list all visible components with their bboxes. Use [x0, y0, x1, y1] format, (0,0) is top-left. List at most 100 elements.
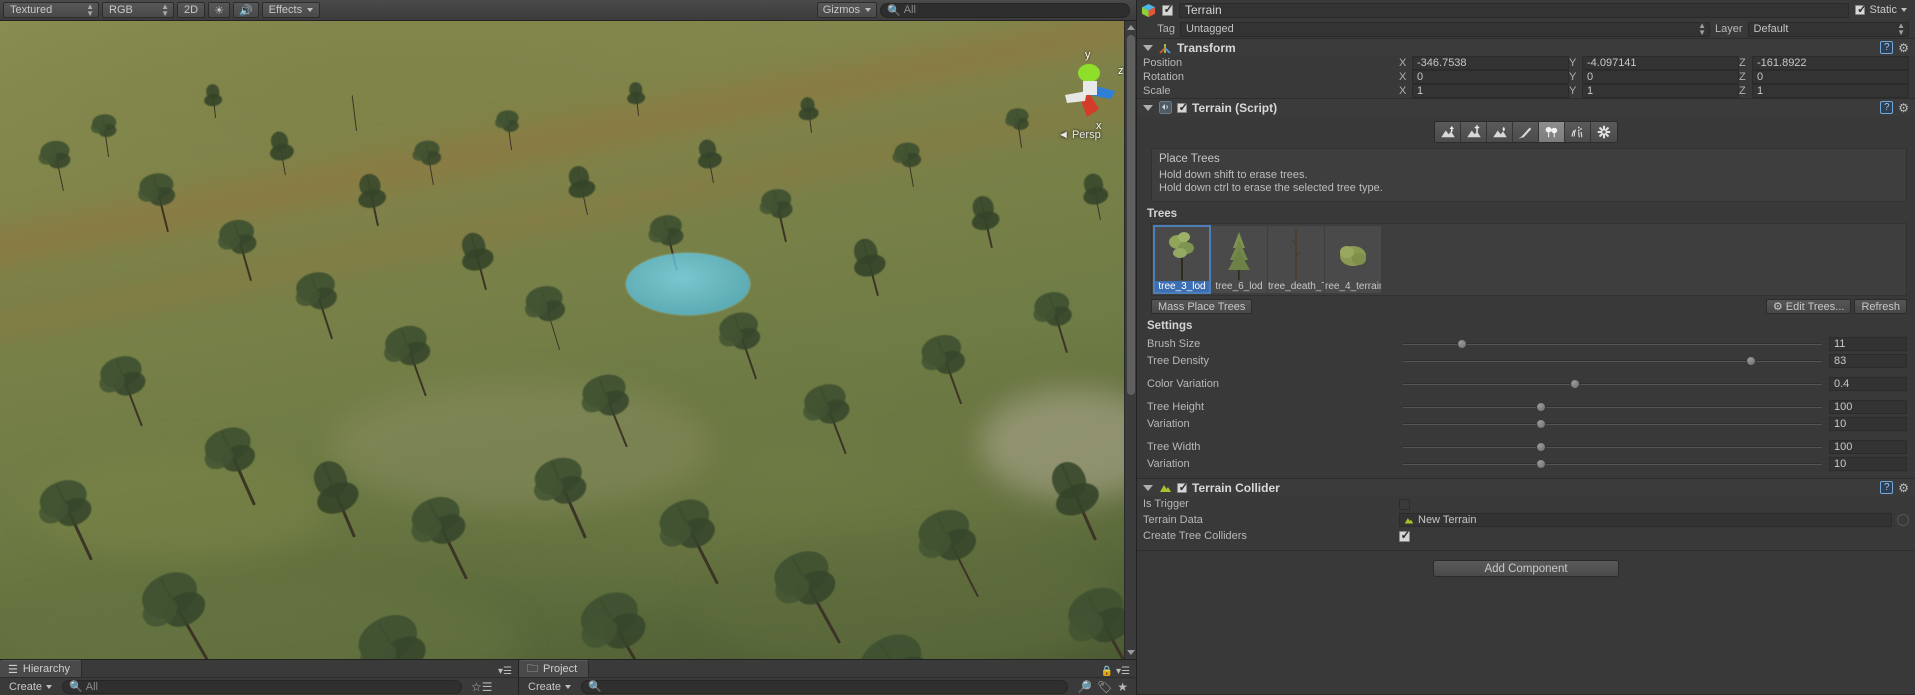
search-by-label-icon[interactable]: 🏷	[1097, 680, 1112, 694]
lock-icon[interactable]: 🔒	[1101, 666, 1113, 677]
axis-x-value[interactable]: 0	[1412, 70, 1569, 84]
help-icon[interactable]: ?	[1880, 101, 1894, 114]
axis-y-field[interactable]: Y -4.097141	[1569, 56, 1739, 70]
axis-z-field[interactable]: Z0	[1739, 70, 1909, 84]
setting-slider[interactable]	[1403, 400, 1822, 414]
gameobject-name-field[interactable]: Terrain	[1179, 2, 1850, 18]
scroll-down-icon[interactable]	[1127, 650, 1135, 655]
slider-knob[interactable]	[1536, 401, 1547, 412]
slider-knob[interactable]	[1536, 418, 1547, 429]
axis-x-value[interactable]: 1	[1412, 84, 1569, 98]
hierarchy-search-input[interactable]: 🔍 All	[62, 679, 463, 694]
hierarchy-favorites-button[interactable]: ☆☰	[467, 680, 497, 694]
paint-details-tool[interactable]	[1565, 122, 1591, 142]
terrain-settings-tool[interactable]	[1591, 122, 1617, 142]
help-icon[interactable]: ?	[1880, 41, 1894, 54]
transform-header[interactable]: Transform ? ⚙	[1137, 39, 1915, 56]
tree-palette-item[interactable]: tree_3_lod	[1153, 225, 1211, 294]
smooth-height-tool[interactable]	[1487, 122, 1513, 142]
tag-dropdown[interactable]: Untagged ▲ ▼	[1180, 21, 1710, 37]
object-picker-icon[interactable]	[1897, 514, 1909, 526]
gear-icon[interactable]: ⚙	[1898, 41, 1909, 55]
setting-value-field[interactable]: 100	[1829, 399, 1907, 414]
tree-palette-item[interactable]: tree_death_T	[1268, 226, 1324, 293]
paint-texture-tool[interactable]	[1513, 122, 1539, 142]
chevron-down-icon[interactable]	[1901, 8, 1907, 12]
is-trigger-checkbox[interactable]	[1399, 498, 1410, 510]
setting-value-field[interactable]: 10	[1829, 416, 1907, 431]
foldout-arrow-icon[interactable]	[1143, 484, 1153, 491]
axis-x-field[interactable]: X0	[1399, 70, 1569, 84]
scene-search-input[interactable]: 🔍 All	[880, 2, 1130, 18]
create-tree-colliders-checkbox[interactable]	[1399, 529, 1411, 542]
setting-value-field[interactable]: 100	[1829, 439, 1907, 454]
gear-icon[interactable]: ⚙	[1898, 481, 1909, 495]
setting-slider[interactable]	[1403, 440, 1822, 454]
panel-menu-icon[interactable]: ▾☰	[1116, 666, 1130, 677]
foldout-arrow-icon[interactable]	[1143, 104, 1153, 111]
effects-dropdown[interactable]: Effects	[261, 2, 321, 18]
scene-vertical-scrollbar[interactable]	[1124, 21, 1136, 659]
axis-x-value[interactable]: -346.7538	[1412, 56, 1569, 70]
setting-value-field[interactable]: 0.4	[1829, 376, 1907, 391]
gizmos-dropdown[interactable]: Gizmos	[816, 2, 877, 18]
axis-y-field[interactable]: Y1	[1569, 84, 1739, 98]
setting-slider[interactable]	[1403, 354, 1822, 368]
foldout-arrow-icon[interactable]	[1143, 44, 1153, 51]
project-search-input[interactable]: 🔍	[581, 679, 1069, 694]
axis-y-value[interactable]: -4.097141	[1582, 56, 1739, 70]
axis-y-value[interactable]: 1	[1582, 84, 1739, 98]
edit-trees-button[interactable]: ⚙ Edit Trees...	[1765, 299, 1852, 314]
place-trees-tool[interactable]	[1539, 122, 1565, 142]
mass-place-trees-button[interactable]: Mass Place Trees	[1151, 299, 1253, 314]
scroll-up-icon[interactable]	[1127, 25, 1135, 30]
slider-knob[interactable]	[1536, 441, 1547, 452]
scene-audio-toggle[interactable]: 🔊	[232, 2, 259, 18]
hierarchy-create-button[interactable]: Create	[4, 679, 57, 694]
setting-value-field[interactable]: 83	[1829, 353, 1907, 368]
terrain-script-enabled-checkbox[interactable]	[1177, 101, 1189, 114]
add-component-button[interactable]: Add Component	[1433, 560, 1619, 577]
slider-knob[interactable]	[1536, 458, 1547, 469]
terrain-collider-header[interactable]: Terrain Collider ? ⚙	[1137, 479, 1915, 496]
raise-lower-terrain-tool[interactable]	[1435, 122, 1461, 142]
axis-x-field[interactable]: X -346.7538	[1399, 56, 1569, 70]
axis-z-field[interactable]: Z1	[1739, 84, 1909, 98]
axis-z-value[interactable]: 1	[1752, 84, 1909, 98]
project-filter-buttons[interactable]: 🔎 🏷 ★	[1073, 680, 1132, 694]
setting-slider[interactable]	[1403, 457, 1822, 471]
axis-y-field[interactable]: Y0	[1569, 70, 1739, 84]
gear-icon[interactable]: ⚙	[1898, 101, 1909, 115]
slider-knob[interactable]	[1456, 338, 1467, 349]
axis-z-field[interactable]: Z -161.8922	[1739, 56, 1909, 70]
axis-z-value[interactable]: -161.8922	[1752, 56, 1909, 70]
projection-mode-label[interactable]: ◄ Persp	[1058, 129, 1101, 141]
terrain-collider-enabled-checkbox[interactable]	[1177, 481, 1189, 494]
axis-x-field[interactable]: X1	[1399, 84, 1569, 98]
setting-value-field[interactable]: 10	[1829, 456, 1907, 471]
static-checkbox[interactable]	[1855, 3, 1867, 16]
tab-project[interactable]: 🗀 Project	[519, 660, 590, 677]
setting-slider[interactable]	[1403, 377, 1822, 391]
hierarchy-panel-menu[interactable]: ▾☰	[498, 666, 518, 677]
setting-value-field[interactable]: 11	[1829, 336, 1907, 351]
scrollbar-thumb[interactable]	[1127, 35, 1135, 395]
slider-knob[interactable]	[1745, 355, 1756, 366]
layer-dropdown[interactable]: Default ▲ ▼	[1747, 21, 1909, 37]
tree-palette-item[interactable]: ree_4_terrain	[1325, 226, 1381, 293]
project-create-button[interactable]: Create	[523, 679, 576, 694]
scene-view[interactable]: y z x ◄ Persp	[0, 21, 1136, 659]
refresh-trees-button[interactable]: Refresh	[1854, 299, 1907, 314]
draw-mode-dropdown[interactable]: Textured ▲ ▼	[3, 2, 99, 18]
help-icon[interactable]: ?	[1880, 481, 1894, 494]
setting-slider[interactable]	[1403, 417, 1822, 431]
tree-palette-item[interactable]: tree_6_lod	[1211, 226, 1267, 293]
tab-hierarchy[interactable]: ☰ Hierarchy	[0, 660, 82, 677]
gameobject-enabled-checkbox[interactable]	[1162, 3, 1174, 16]
terrain-data-object-field[interactable]: New Terrain	[1399, 513, 1892, 527]
axis-y-value[interactable]: 0	[1582, 70, 1739, 84]
favorites-icon[interactable]: ★	[1117, 680, 1128, 694]
paint-height-tool[interactable]	[1461, 122, 1487, 142]
scene-orientation-gizmo[interactable]	[1055, 51, 1127, 131]
axis-z-value[interactable]: 0	[1752, 70, 1909, 84]
